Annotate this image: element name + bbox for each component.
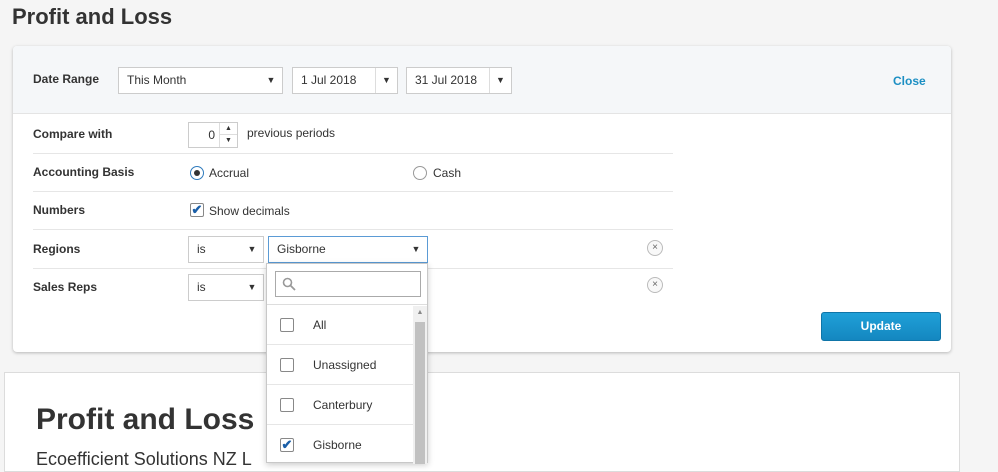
regions-label: Regions (33, 242, 81, 256)
regions-operator-value: is (197, 242, 206, 256)
list-item[interactable]: All (267, 305, 413, 345)
date-to-value: 31 Jul 2018 (415, 73, 478, 87)
option-checkbox[interactable] (280, 318, 294, 332)
sales-reps-label: Sales Reps (33, 280, 98, 294)
close-link[interactable]: Close (893, 74, 926, 88)
decrement-icon[interactable]: ▼ (220, 135, 237, 147)
remove-regions-filter-icon[interactable]: × (647, 240, 663, 256)
list-item[interactable]: Canterbury (267, 385, 413, 425)
option-checkbox[interactable] (280, 398, 294, 412)
chevron-down-icon: ▼ (247, 282, 257, 292)
list-item[interactable]: Unassigned (267, 345, 413, 385)
option-label: All (313, 318, 327, 332)
compare-label: Compare with (33, 127, 113, 141)
numbers-label: Numbers (33, 203, 86, 217)
report-preview: Profit and Loss Ecoefficient Solutions N… (4, 372, 960, 472)
divider (33, 191, 673, 192)
divider (33, 153, 673, 154)
sales-reps-operator-value: is (197, 280, 206, 294)
show-decimals-label[interactable]: Show decimals (209, 204, 290, 218)
remove-sales-reps-filter-icon[interactable]: × (647, 277, 663, 293)
chevron-down-icon: ▼ (375, 68, 397, 93)
accrual-radio[interactable] (190, 166, 204, 180)
chevron-down-icon: ▼ (411, 244, 421, 254)
date-from-picker[interactable]: 1 Jul 2018 ▼ (292, 67, 398, 94)
compare-suffix: previous periods (247, 126, 336, 140)
report-settings-panel: Date Range This Month ▼ 1 Jul 2018 ▼ 31 … (13, 46, 951, 352)
date-from-value: 1 Jul 2018 (301, 73, 357, 87)
chevron-down-icon: ▼ (266, 75, 276, 85)
regions-value: Gisborne (277, 242, 326, 256)
option-label: Canterbury (313, 398, 373, 412)
date-to-picker[interactable]: 31 Jul 2018 ▼ (406, 67, 512, 94)
date-range-label: Date Range (33, 72, 100, 86)
search-icon (282, 277, 296, 291)
cash-label[interactable]: Cash (433, 166, 461, 180)
option-label: Gisborne (313, 438, 362, 452)
compare-periods-stepper[interactable]: 0 ▲ ▼ (188, 122, 238, 148)
page-title: Profit and Loss (12, 4, 173, 29)
regions-dropdown-list: All Unassigned Canterbury ✔ Gisborne ▲ (266, 263, 428, 465)
show-decimals-checkbox[interactable]: ✔ (190, 203, 204, 217)
accrual-label[interactable]: Accrual (209, 166, 249, 180)
accounting-basis-label: Accounting Basis (33, 165, 135, 179)
dropdown-search-input[interactable] (275, 271, 421, 297)
chevron-down-icon: ▼ (489, 68, 511, 93)
date-period-select[interactable]: This Month ▼ (118, 67, 283, 94)
regions-operator-select[interactable]: is ▼ (188, 236, 264, 263)
list-item[interactable]: ✔ Gisborne (267, 425, 413, 465)
dropdown-scrollbar[interactable]: ▲ (413, 306, 427, 464)
compare-periods-value[interactable]: 0 (189, 123, 219, 147)
stepper-buttons: ▲ ▼ (219, 123, 237, 147)
update-button[interactable]: Update (821, 312, 941, 341)
scroll-up-icon[interactable]: ▲ (413, 306, 427, 320)
date-period-value: This Month (127, 73, 187, 87)
cash-radio[interactable] (413, 166, 427, 180)
increment-icon[interactable]: ▲ (220, 123, 237, 135)
chevron-down-icon: ▼ (247, 244, 257, 254)
regions-value-select[interactable]: Gisborne ▼ (268, 236, 428, 263)
option-checkbox[interactable] (280, 358, 294, 372)
sales-reps-operator-select[interactable]: is ▼ (188, 274, 264, 301)
divider (33, 229, 673, 230)
option-label: Unassigned (313, 358, 377, 372)
report-title: Profit and Loss (36, 403, 255, 436)
date-range-bar: Date Range This Month ▼ 1 Jul 2018 ▼ 31 … (13, 46, 951, 114)
option-checkbox-checked[interactable]: ✔ (280, 438, 294, 452)
scrollbar-thumb[interactable] (415, 322, 425, 464)
